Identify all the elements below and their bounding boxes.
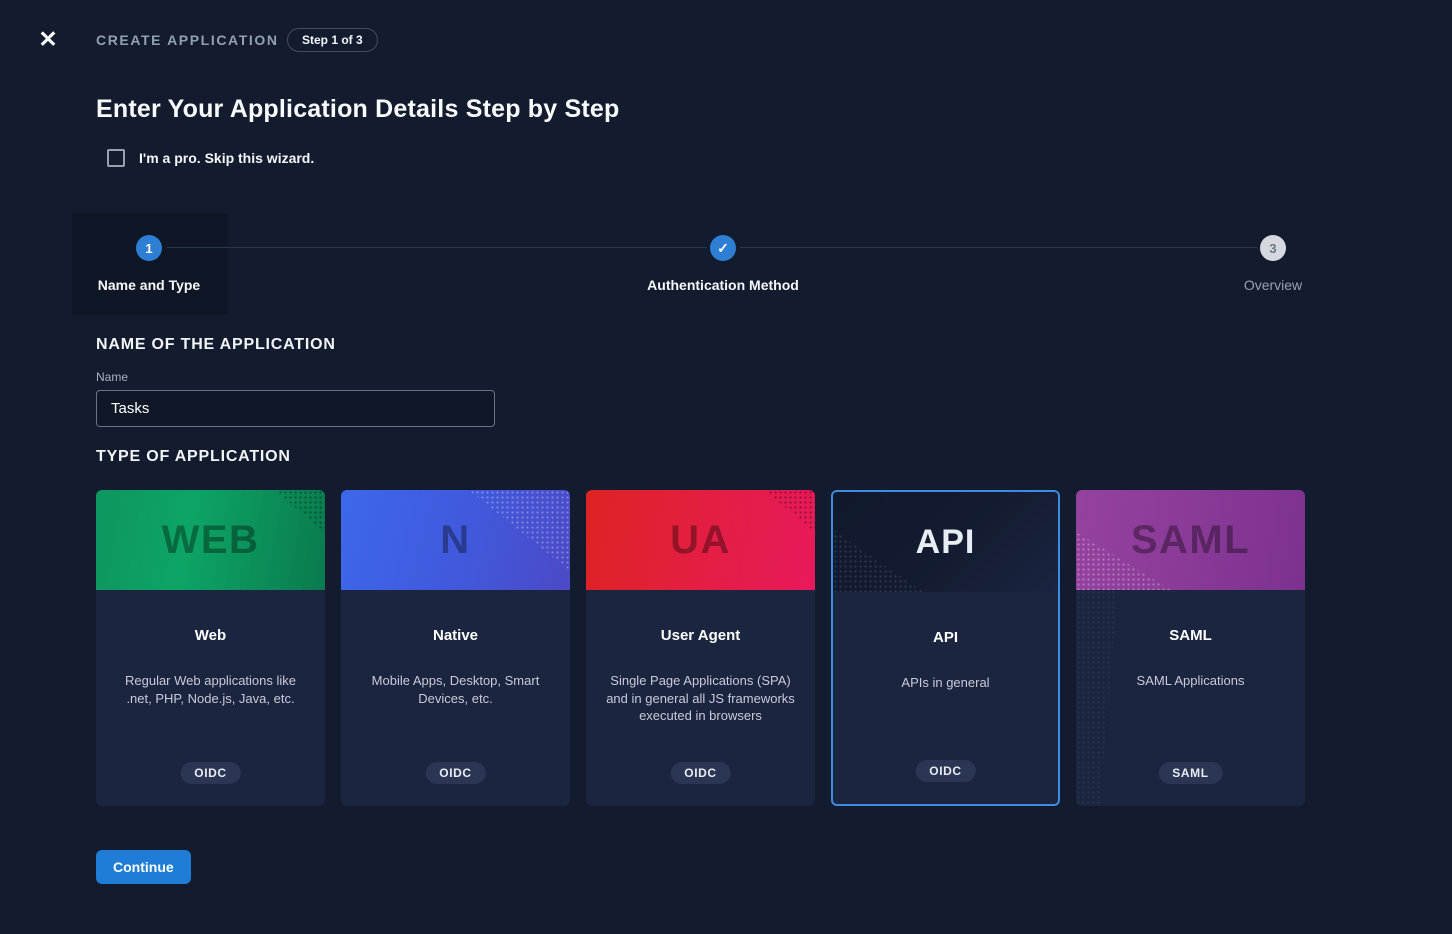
stepper-connector xyxy=(740,247,1257,248)
type-card-api[interactable]: API API APIs in general OIDC xyxy=(831,490,1060,806)
name-field-label: Name xyxy=(96,370,128,384)
saml-banner-text: SAML xyxy=(1131,518,1250,563)
dots-pattern xyxy=(263,490,325,532)
saml-card-banner: SAML xyxy=(1076,490,1305,590)
step-3-indicator[interactable]: 3 xyxy=(1260,235,1286,261)
name-section-title: NAME OF THE APPLICATION xyxy=(96,336,336,354)
protocol-badge: OIDC xyxy=(425,762,485,784)
user-agent-card-banner: UA xyxy=(586,490,815,590)
dots-pattern xyxy=(833,514,923,592)
type-card-native[interactable]: N Native Mobile Apps, Desktop, Smart Dev… xyxy=(341,490,570,806)
native-card-banner: N xyxy=(341,490,570,590)
continue-button[interactable]: Continue xyxy=(96,850,191,884)
check-icon: ✓ xyxy=(717,240,729,257)
card-title: API xyxy=(833,629,1058,646)
protocol-badge: SAML xyxy=(1158,762,1222,784)
web-banner-text: WEB xyxy=(162,518,260,563)
skip-wizard-label: I'm a pro. Skip this wizard. xyxy=(139,150,314,166)
card-title: Native xyxy=(341,627,570,644)
protocol-badge: OIDC xyxy=(180,762,240,784)
type-card-saml[interactable]: SAML SAML SAML Applications SAML xyxy=(1076,490,1305,806)
page-title: CREATE APPLICATION xyxy=(96,32,279,48)
native-banner-text: N xyxy=(440,518,470,563)
type-card-user-agent[interactable]: UA User Agent Single Page Applications (… xyxy=(586,490,815,806)
step-1-label: Name and Type xyxy=(98,277,200,293)
user-agent-banner-text: UA xyxy=(670,518,731,563)
dots-pattern xyxy=(753,490,815,532)
api-card-banner: API xyxy=(833,492,1058,592)
card-description: Regular Web applications like .net, PHP,… xyxy=(96,672,325,707)
skip-wizard-row: I'm a pro. Skip this wizard. xyxy=(107,149,314,167)
close-icon[interactable]: ✕ xyxy=(34,25,62,53)
step-1-indicator[interactable]: 1 xyxy=(136,235,162,261)
step-2-indicator[interactable]: ✓ xyxy=(710,235,736,261)
type-section-title: TYPE OF APPLICATION xyxy=(96,448,291,466)
card-title: User Agent xyxy=(586,627,815,644)
step-2-label: Authentication Method xyxy=(647,277,799,293)
application-type-cards: WEB Web Regular Web applications like .n… xyxy=(96,490,1305,806)
protocol-badge: OIDC xyxy=(915,760,975,782)
web-card-banner: WEB xyxy=(96,490,325,590)
card-description: APIs in general xyxy=(833,674,1058,692)
application-name-input[interactable] xyxy=(96,390,495,427)
wizard-heading: Enter Your Application Details Step by S… xyxy=(96,95,620,124)
current-step-highlight xyxy=(72,213,228,315)
protocol-badge: OIDC xyxy=(670,762,730,784)
step-progress-badge: Step 1 of 3 xyxy=(287,28,378,52)
wizard-stepper: 1 ✓ 3 Name and Type Authentication Metho… xyxy=(0,213,1452,315)
dots-pattern xyxy=(1076,590,1118,806)
card-description: Mobile Apps, Desktop, Smart Devices, etc… xyxy=(341,672,570,707)
stepper-connector xyxy=(167,247,707,248)
step-3-label: Overview xyxy=(1244,277,1302,293)
type-card-web[interactable]: WEB Web Regular Web applications like .n… xyxy=(96,490,325,806)
api-banner-text: API xyxy=(916,523,976,562)
card-title: Web xyxy=(96,627,325,644)
skip-wizard-checkbox[interactable] xyxy=(107,149,125,167)
card-description: Single Page Applications (SPA) and in ge… xyxy=(586,672,815,725)
